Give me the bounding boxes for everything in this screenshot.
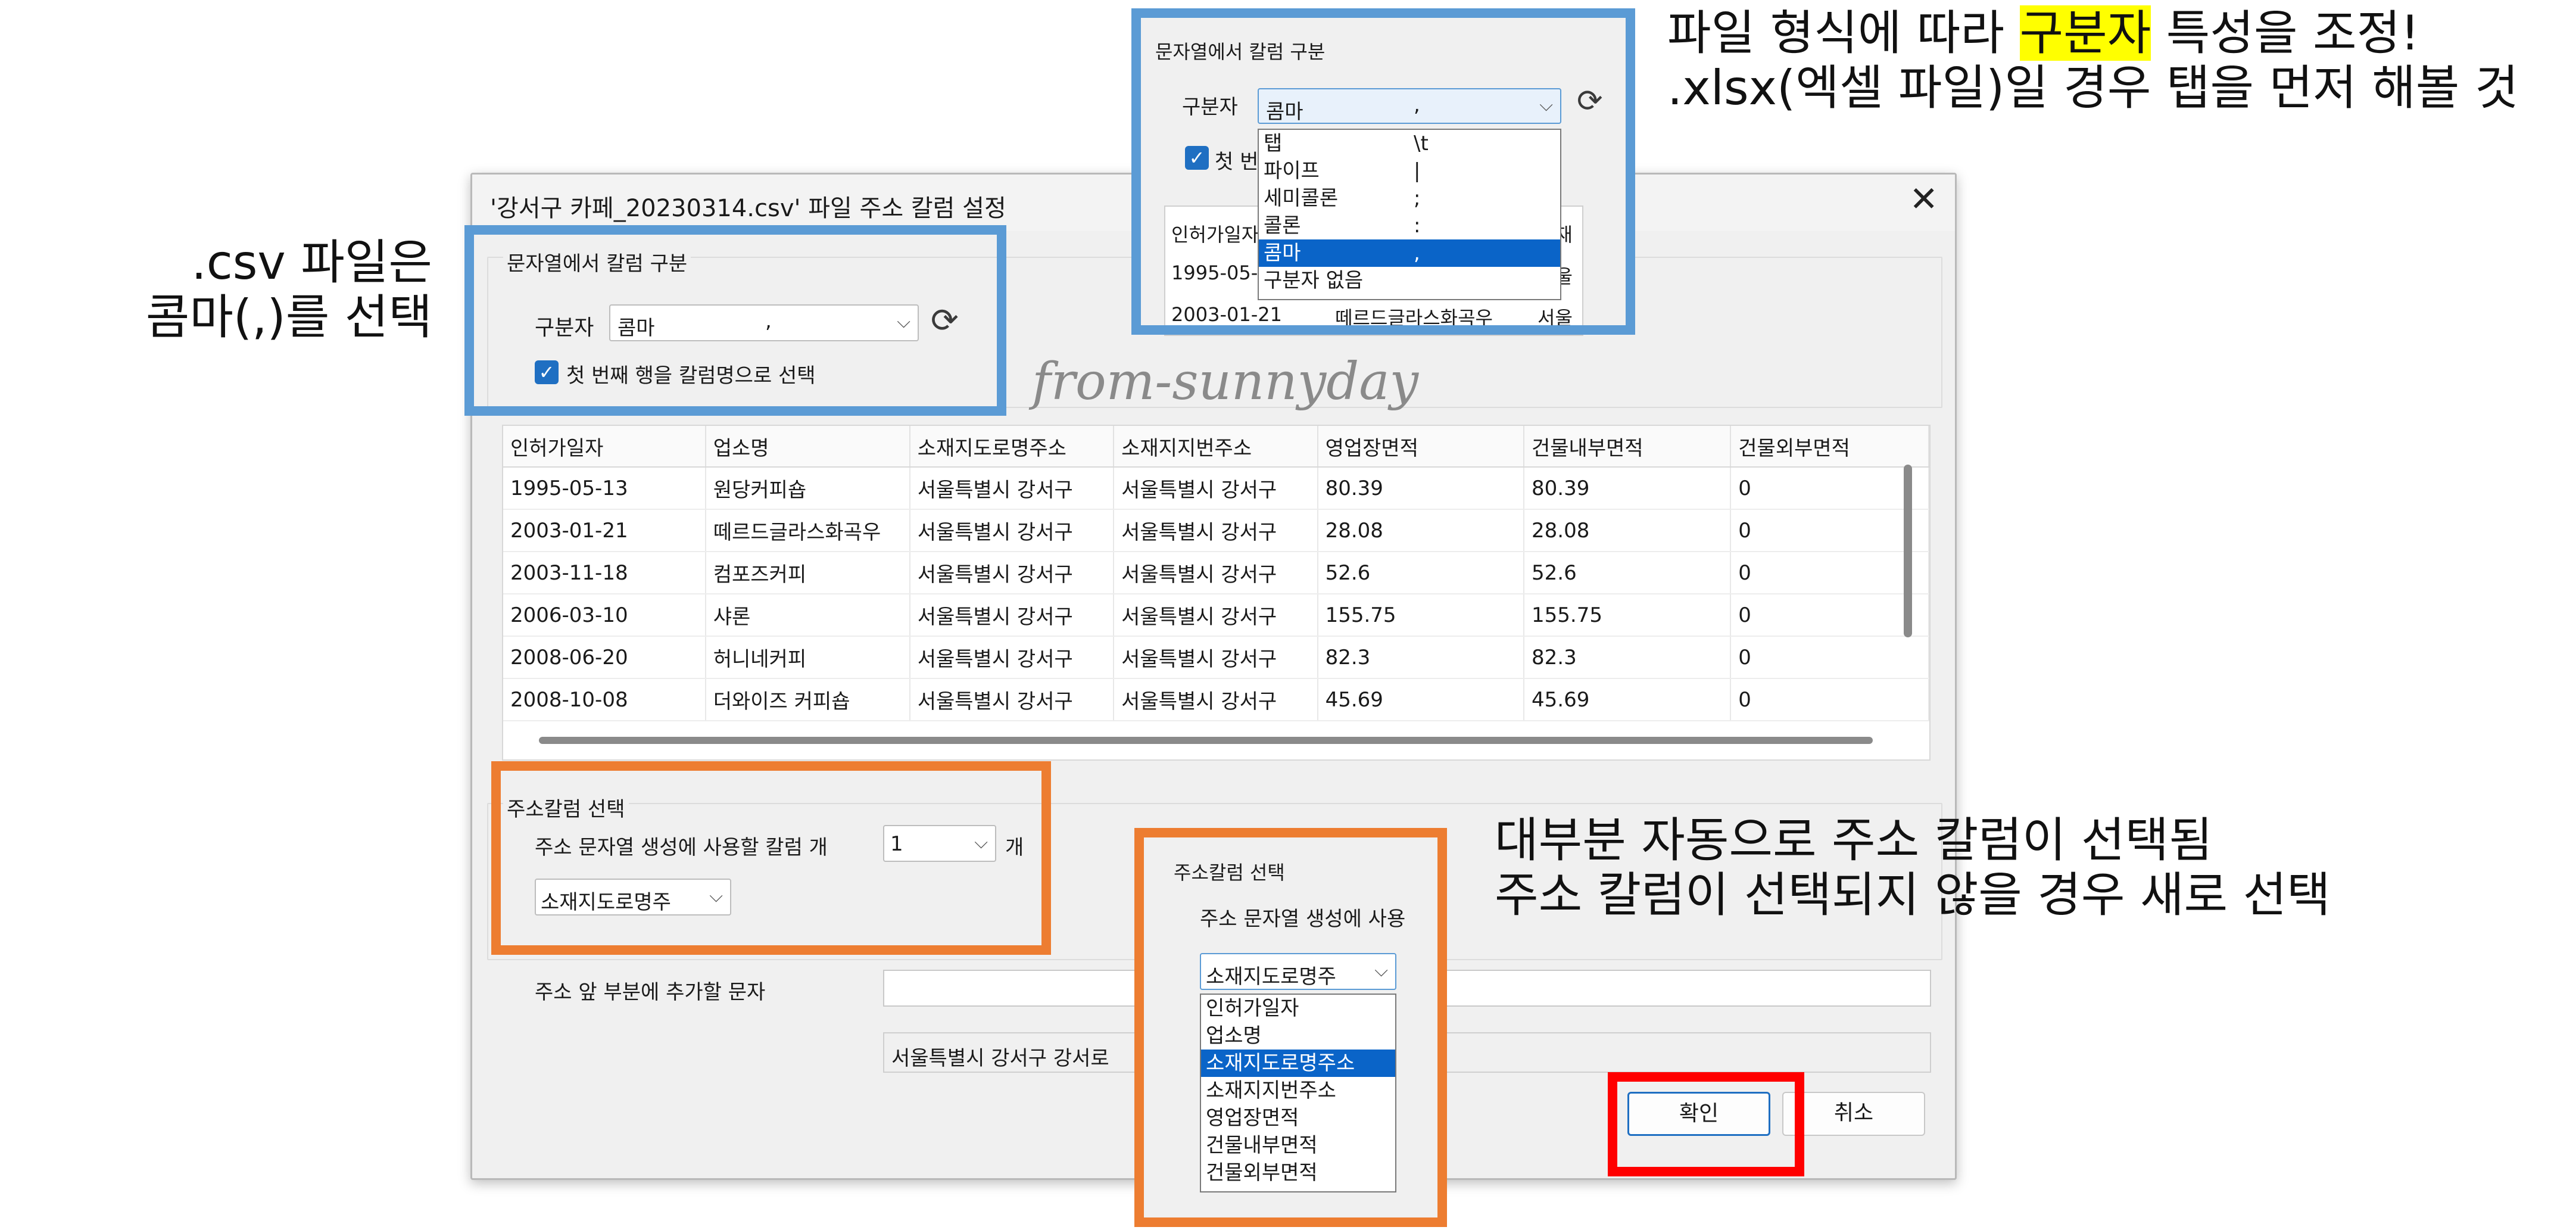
delimiter-highlight-box <box>464 225 1006 416</box>
dialog-title: '강서구 카페_20230314.csv' 파일 주소 칼럼 설정 <box>490 195 1006 222</box>
table-cell: 떼르드글라스화곡우 <box>705 509 910 552</box>
table-row[interactable]: 1995-05-13 원당커피숍 서울특별시 강서구 서울특별시 강서구 80.39 80… <box>503 467 1929 510</box>
table-cell: 컴포즈커피 <box>705 552 910 594</box>
table-cell: 2008-10-08 <box>503 678 706 721</box>
column-header[interactable]: 영업장면적 <box>1317 426 1525 468</box>
horizontal-scrollbar[interactable] <box>539 737 1873 744</box>
vertical-scrollbar[interactable] <box>1904 465 1912 637</box>
table-cell: 서울특별시 강서구 <box>909 678 1115 721</box>
table-cell: 서울특별시 강서구 <box>1114 678 1318 721</box>
table-row[interactable]: 2008-10-08 더와이즈 커피숍 서울특별시 강서구 서울특별시 강서구 45.… <box>503 678 1929 721</box>
table-cell: 서울특별시 강서구 <box>1114 467 1318 510</box>
table-cell: 28.08 <box>1317 509 1525 552</box>
table-cell: 샤론 <box>705 594 910 637</box>
annotation-top: 파일 형식에 따라 구분자 특성을 조정! .xlsx(엑셀 파일)일 경우 탭… <box>1667 5 2519 116</box>
data-table: 인허가일자 업소명 소재지도로명주소 소재지지번주소 영업장면적 건물내부면적 … <box>503 426 1929 721</box>
table-cell: 45.69 <box>1317 678 1525 721</box>
table-cell: 45.69 <box>1524 678 1732 721</box>
column-header[interactable]: 업소명 <box>705 426 910 468</box>
table-cell: 82.3 <box>1524 636 1732 679</box>
table-row[interactable]: 2008-06-20 허니네커피 서울특별시 강서구 서울특별시 강서구 82.3 82… <box>503 636 1929 679</box>
table-header-row: 인허가일자 업소명 소재지도로명주소 소재지지번주소 영업장면적 건물내부면적 … <box>503 426 1929 468</box>
table-cell: 80.39 <box>1317 467 1525 510</box>
table-cell: 2003-01-21 <box>503 509 706 552</box>
table-row[interactable]: 2006-03-10 샤론 서울특별시 강서구 서울특별시 강서구 155.75 155… <box>503 594 1929 637</box>
table-cell: 0 <box>1730 678 1929 721</box>
preview-table[interactable]: 인허가일자 업소명 소재지도로명주소 소재지지번주소 영업장면적 건물내부면적 … <box>502 425 1931 761</box>
annotation-right-line1: 대부분 자동으로 주소 칼럼이 선택됨 <box>1495 812 2213 868</box>
ok-button-highlight-box <box>1608 1072 1804 1176</box>
close-icon[interactable]: ✕ <box>1909 182 1938 216</box>
table-cell: 52.6 <box>1317 552 1525 594</box>
table-row[interactable]: 2003-01-21 떼르드글라스화곡우 서울특별시 강서구 서울특별시 강서구 28.… <box>503 509 1929 552</box>
table-cell: 서울특별시 강서구 <box>1114 552 1318 594</box>
table-cell: 52.6 <box>1524 552 1732 594</box>
annotation-left-line1: .csv 파일은 <box>191 235 432 290</box>
table-cell: 0 <box>1730 509 1929 552</box>
column-header[interactable]: 건물외부면적 <box>1730 426 1929 468</box>
table-cell: 0 <box>1730 636 1929 679</box>
table-cell: 0 <box>1730 467 1929 510</box>
annotation-right-line2: 주소 칼럼이 선택되지 않을 경우 새로 선택 <box>1495 867 2331 923</box>
watermark: from-sunnyday <box>1032 352 1419 412</box>
column-header[interactable]: 소재지도로명주소 <box>909 426 1115 468</box>
table-cell: 155.75 <box>1317 594 1525 637</box>
table-row[interactable]: 2003-11-18 컴포즈커피 서울특별시 강서구 서울특별시 강서구 52.6 52.… <box>503 552 1929 594</box>
annotation-top-line2: .xlsx(엑셀 파일)일 경우 탭을 먼저 해볼 것 <box>1667 60 2519 116</box>
table-cell: 서울특별시 강서구 <box>1114 594 1318 637</box>
column-header[interactable]: 소재지지번주소 <box>1114 426 1318 468</box>
table-cell: 2006-03-10 <box>503 594 706 637</box>
column-header[interactable]: 건물내부면적 <box>1524 426 1732 468</box>
table-cell: 2003-11-18 <box>503 552 706 594</box>
table-cell: 서울특별시 강서구 <box>909 509 1115 552</box>
column-zoom-highlight-box <box>1134 828 1447 1227</box>
address-preview-text: 서울특별시 강서구 강서로 <box>891 1047 1109 1070</box>
table-cell: 0 <box>1730 594 1929 637</box>
table-cell: 서울특별시 강서구 <box>909 636 1115 679</box>
table-cell: 허니네커피 <box>705 636 910 679</box>
annotation-left: .csv 파일은 콤마(,)를 선택 <box>146 235 432 345</box>
table-cell: 2008-06-20 <box>503 636 706 679</box>
table-cell: 원당커피숍 <box>705 467 910 510</box>
table-cell: 서울특별시 강서구 <box>909 467 1115 510</box>
table-cell: 1995-05-13 <box>503 467 706 510</box>
address-prefix-label: 주소 앞 부분에 추가할 문자 <box>535 980 766 1004</box>
address-column-highlight-box <box>491 761 1051 955</box>
table-cell: 더와이즈 커피숍 <box>705 678 910 721</box>
table-cell: 서울특별시 강서구 <box>1114 636 1318 679</box>
table-cell: 서울특별시 강서구 <box>909 594 1115 637</box>
table-cell: 서울특별시 강서구 <box>909 552 1115 594</box>
annotation-left-line2: 콤마(,)를 선택 <box>145 289 432 345</box>
annotation-right: 대부분 자동으로 주소 칼럼이 선택됨 주소 칼럼이 선택되지 않을 경우 새로… <box>1495 813 2331 923</box>
table-cell: 28.08 <box>1524 509 1732 552</box>
annotation-highlight: 구분자 <box>2019 5 2151 61</box>
table-cell: 155.75 <box>1524 594 1732 637</box>
table-cell: 82.3 <box>1317 636 1525 679</box>
table-cell: 서울특별시 강서구 <box>1114 509 1318 552</box>
column-header[interactable]: 인허가일자 <box>503 426 706 468</box>
table-cell: 80.39 <box>1524 467 1732 510</box>
table-cell: 0 <box>1730 552 1929 594</box>
delimiter-zoom-highlight-box <box>1131 8 1635 335</box>
annotation-top-line1: 파일 형식에 따라 구분자 특성을 조정! <box>1667 5 2420 61</box>
